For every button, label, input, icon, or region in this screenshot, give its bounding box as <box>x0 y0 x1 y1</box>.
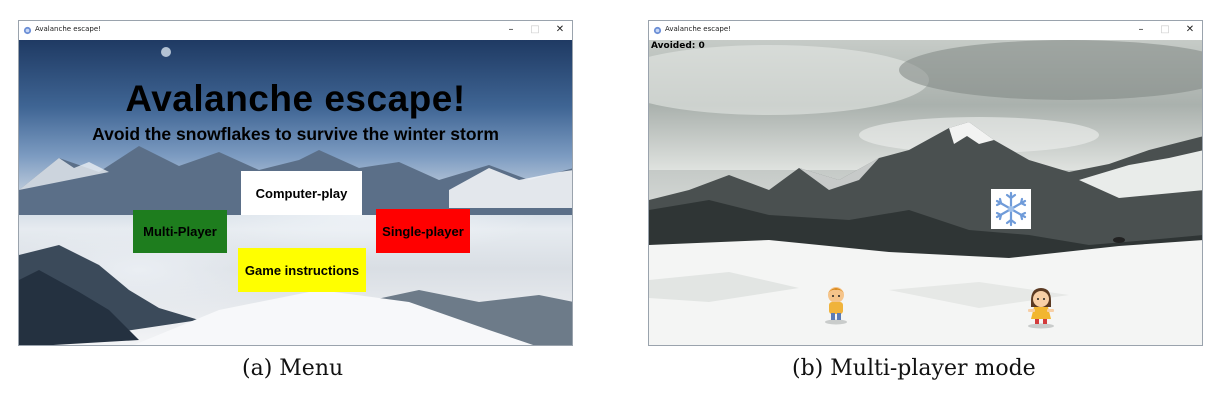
game-canvas: Avoided: 0 <box>649 40 1202 345</box>
menu-canvas: Avalanche escape! Avoid the snowflakes t… <box>19 40 572 345</box>
window-title: Avalanche escape! <box>665 25 731 33</box>
multiplayer-window: Avalanche escape! – □ ✕ Avoided: 0 <box>648 20 1203 346</box>
mountain-background <box>649 40 1202 345</box>
close-button[interactable]: ✕ <box>1179 23 1201 37</box>
game-subtitle: Avoid the snowflakes to survive the wint… <box>92 124 499 144</box>
score-counter: Avoided: 0 <box>651 41 705 51</box>
multi-player-button[interactable]: Multi-Player <box>133 210 227 253</box>
single-player-button[interactable]: Single-player <box>376 209 470 253</box>
titlebar[interactable]: Avalanche escape! – □ ✕ <box>19 21 572 40</box>
window-title: Avalanche escape! <box>35 25 101 33</box>
titlebar[interactable]: Avalanche escape! – □ ✕ <box>649 21 1202 40</box>
app-icon <box>23 26 32 35</box>
computer-play-button[interactable]: Computer-play <box>241 171 362 215</box>
player-boy <box>825 287 847 325</box>
menu-window: Avalanche escape! – □ ✕ Avalanche escape… <box>18 20 573 346</box>
minimize-button[interactable]: – <box>1130 23 1152 37</box>
snowflake-obstacle <box>991 189 1031 229</box>
app-icon <box>653 26 662 35</box>
maximize-button[interactable]: □ <box>524 23 546 37</box>
caption-menu: (a) Menu <box>242 356 344 381</box>
game-instructions-button[interactable]: Game instructions <box>238 248 366 292</box>
caption-multiplayer: (b) Multi-player mode <box>792 356 1036 381</box>
player-girl <box>1028 288 1054 329</box>
maximize-button[interactable]: □ <box>1154 23 1176 37</box>
minimize-button[interactable]: – <box>500 23 522 37</box>
close-button[interactable]: ✕ <box>549 23 571 37</box>
snowflake-icon <box>995 191 1027 227</box>
game-title: Avalanche escape! <box>125 78 466 119</box>
